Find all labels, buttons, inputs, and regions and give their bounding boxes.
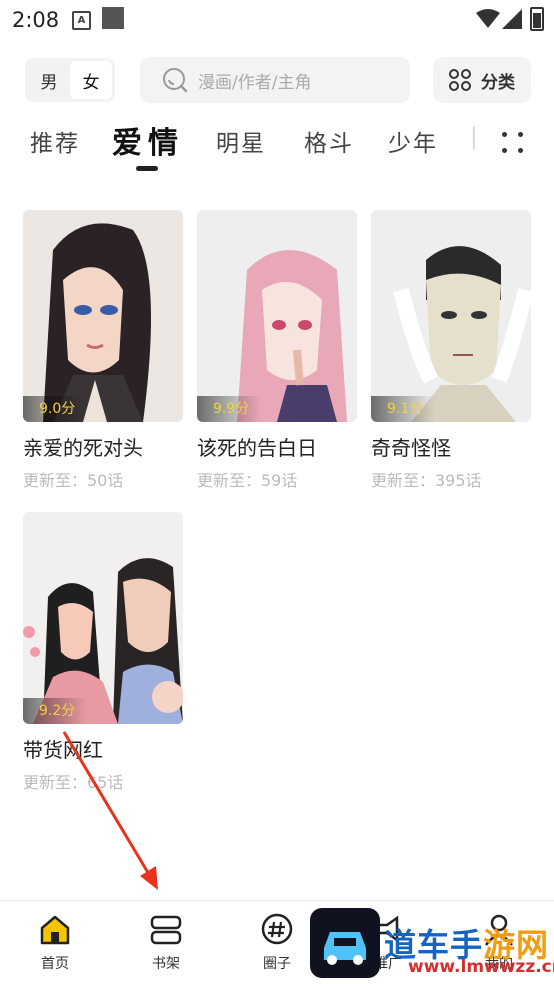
comic-cover-art [23, 210, 183, 422]
nav-circle[interactable]: 圈子 [242, 913, 312, 973]
comic-title[interactable]: 该死的告白日 [197, 432, 357, 461]
search-icon [163, 68, 188, 93]
top-header: 男 女 漫画/作者/主角 分类 [0, 56, 554, 104]
notification-icon: A [72, 11, 91, 30]
genre-tabs: 推荐 爱情 明星 格斗 少年 | [0, 118, 554, 178]
tabs-fade [455, 118, 500, 168]
comic-title[interactable]: 带货网红 [23, 734, 183, 763]
tab-celebrity[interactable]: 明星 [216, 124, 266, 158]
comic-update: 更新至：395话 [371, 471, 482, 490]
comic-cover-art [371, 210, 531, 422]
comic-cover[interactable]: 9.2分 [23, 512, 183, 724]
nav-home-label: 首页 [41, 956, 69, 972]
bookshelf-icon [150, 915, 182, 945]
tab-active-indicator [136, 166, 158, 171]
comic-card[interactable]: 9.0分 亲爱的死对头 更新至：50话 [23, 210, 183, 491]
status-bar: 2:08 A [0, 0, 554, 40]
tab-romance[interactable]: 爱情 [112, 118, 184, 162]
comic-update: 更新至：59话 [197, 471, 298, 490]
category-button[interactable]: 分类 [433, 57, 531, 103]
comic-update: 更新至：50话 [23, 471, 124, 490]
comic-card[interactable]: 9.2分 带货网红 更新至：65话 [23, 512, 183, 793]
tab-fighting[interactable]: 格斗 [304, 124, 354, 158]
comic-cover[interactable]: 9.1分 [371, 210, 531, 422]
battery-icon [530, 7, 544, 31]
comic-cover[interactable]: 9.9分 [197, 210, 357, 422]
comic-title[interactable]: 亲爱的死对头 [23, 432, 183, 461]
comic-score: 9.1分 [371, 396, 436, 422]
signal-icon [502, 9, 522, 29]
comic-card[interactable]: 9.9分 该死的告白日 更新至：59话 [197, 210, 357, 491]
gender-female-button[interactable]: 女 [70, 61, 112, 99]
search-input[interactable]: 漫画/作者/主角 [140, 57, 410, 103]
grid-icon [449, 69, 471, 91]
status-time: 2:08 [12, 8, 60, 32]
comic-grid: 9.0分 亲爱的死对头 更新至：50话 9.9分 该死的告白日 更新至：59话 [0, 208, 554, 900]
watermark-url: www.lmwwzz.cn [408, 957, 554, 977]
comic-update: 更新至：65话 [23, 773, 124, 792]
comic-cover-art [23, 512, 183, 724]
watermark-logo [310, 908, 380, 978]
tab-youth[interactable]: 少年 [388, 124, 438, 158]
wifi-icon [476, 9, 500, 28]
nav-home[interactable]: 首页 [20, 913, 90, 973]
comic-cover[interactable]: 9.0分 [23, 210, 183, 422]
car-icon [324, 932, 366, 965]
comic-score: 9.9分 [197, 396, 262, 422]
nav-bookshelf[interactable]: 书架 [131, 913, 201, 973]
search-placeholder: 漫画/作者/主角 [198, 72, 312, 93]
comic-title[interactable]: 奇奇怪怪 [371, 432, 531, 461]
comic-score: 9.2分 [23, 698, 88, 724]
nav-circle-label: 圈子 [263, 956, 291, 972]
more-tabs-icon[interactable] [500, 130, 526, 156]
comic-card[interactable]: 9.1分 奇奇怪怪 更新至：395话 [371, 210, 531, 491]
gender-male-button[interactable]: 男 [28, 61, 70, 99]
home-icon [40, 915, 70, 945]
comic-score: 9.0分 [23, 396, 88, 422]
tab-recommend[interactable]: 推荐 [30, 124, 80, 158]
comic-cover-art [197, 210, 357, 422]
gender-toggle: 男 女 [25, 58, 115, 102]
app-notification-icon [102, 7, 124, 29]
hashtag-icon [261, 913, 293, 945]
category-label: 分类 [481, 72, 515, 93]
nav-bookshelf-label: 书架 [152, 956, 180, 972]
